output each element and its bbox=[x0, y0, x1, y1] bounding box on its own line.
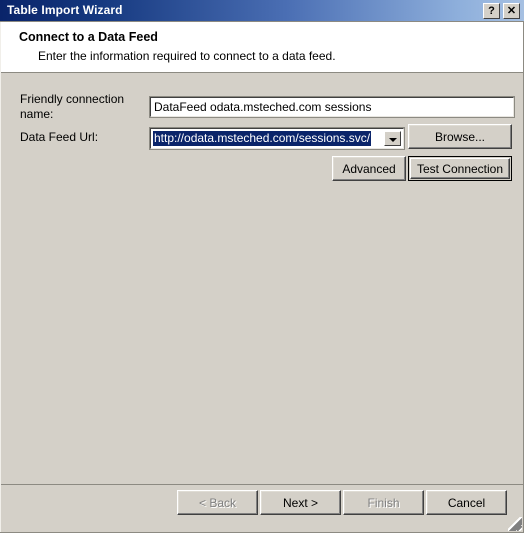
browse-button-label: Browse... bbox=[434, 129, 485, 144]
close-icon[interactable]: ✕ bbox=[503, 3, 520, 19]
next-button-label: Next > bbox=[282, 495, 318, 510]
advanced-button[interactable]: Advanced bbox=[332, 156, 406, 181]
advanced-button-label: Advanced bbox=[342, 161, 396, 176]
friendly-name-input[interactable]: DataFeed odata.msteched.com sessions bbox=[149, 96, 515, 118]
data-feed-url-label: Data Feed Url: bbox=[20, 130, 99, 144]
friendly-name-label: Friendly connection name: bbox=[20, 92, 125, 121]
cancel-button[interactable]: Cancel bbox=[426, 490, 507, 515]
test-connection-button[interactable]: Test Connection bbox=[408, 156, 512, 181]
chevron-down-icon[interactable] bbox=[384, 131, 401, 146]
next-button[interactable]: Next > bbox=[260, 490, 341, 515]
help-icon[interactable]: ? bbox=[483, 3, 500, 19]
data-feed-url-combobox[interactable]: http://odata.msteched.com/sessions.svc/ bbox=[149, 127, 405, 150]
title-bar[interactable]: Table Import Wizard ? ✕ bbox=[0, 0, 524, 22]
page-title: Connect to a Data Feed bbox=[19, 30, 158, 44]
test-connection-button-label: Test Connection bbox=[416, 161, 504, 176]
wizard-header: Connect to a Data Feed Enter the informa… bbox=[1, 22, 523, 73]
frame-left-edge bbox=[0, 22, 1, 533]
data-feed-url-value[interactable]: http://odata.msteched.com/sessions.svc/ bbox=[153, 131, 372, 146]
back-button-label: < Back bbox=[198, 495, 237, 510]
table-import-wizard-dialog: Table Import Wizard ? ✕ Connect to a Dat… bbox=[0, 0, 524, 533]
browse-button[interactable]: Browse... bbox=[408, 124, 512, 149]
finish-button[interactable]: Finish bbox=[343, 490, 424, 515]
page-subtitle: Enter the information required to connec… bbox=[38, 49, 336, 63]
back-button[interactable]: < Back bbox=[177, 490, 258, 515]
window-title: Table Import Wizard bbox=[7, 3, 123, 17]
cancel-button-label: Cancel bbox=[447, 495, 486, 510]
finish-button-label: Finish bbox=[367, 495, 400, 510]
